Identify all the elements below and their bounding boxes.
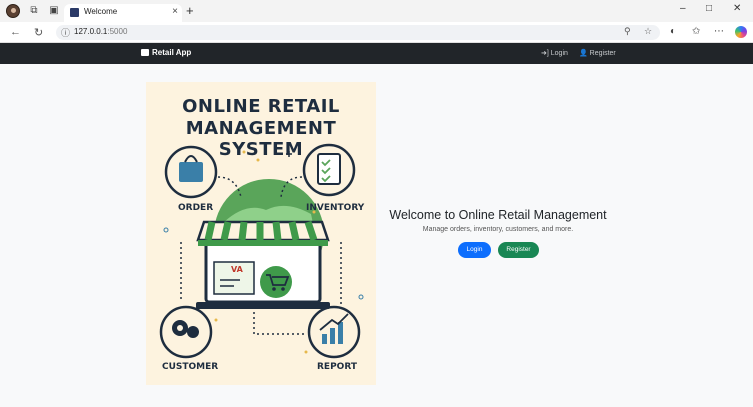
favorites-icon[interactable]: ✩ <box>692 26 700 37</box>
zoom-icon[interactable]: ⚲ <box>624 26 631 37</box>
poster-order-label: ORDER <box>178 203 214 213</box>
tab-strip: ⧉ ▣ Welcome × + – □ ✕ <box>0 0 753 22</box>
page-content: ONLINE RETAIL MANAGEMENT SYSTEM ORDER IN… <box>0 64 753 407</box>
shop-icon <box>141 49 149 56</box>
workspaces-icon[interactable]: ⧉ <box>27 4 41 18</box>
address-bar[interactable]: ⓘ 127.0.0.1:5000 ⚲ ☆ <box>56 25 660 40</box>
tab-close-icon[interactable]: × <box>172 6 178 17</box>
poster-title-line1: ONLINE RETAIL <box>182 96 340 117</box>
user-plus-icon: 👤 <box>579 50 588 57</box>
browser-essentials-icon[interactable]: ◐ <box>670 26 676 37</box>
hero-login-button[interactable]: Login <box>458 242 491 258</box>
tab-title: Welcome <box>84 7 118 16</box>
url-host: 127.0.0.1 <box>74 27 108 36</box>
refresh-icon[interactable]: ↻ <box>34 26 43 39</box>
profile-avatar[interactable] <box>6 4 20 18</box>
app-navbar: Retail App ➜] Login 👤 Register <box>0 43 753 64</box>
favorite-star-icon[interactable]: ☆ <box>644 26 652 37</box>
browser-window: ⧉ ▣ Welcome × + – □ ✕ ← ↻ ⓘ 127.0.0.1:50… <box>0 0 753 407</box>
screen-logo: VA <box>231 265 243 274</box>
cart-badge <box>260 266 292 298</box>
url-port: :5000 <box>107 27 128 36</box>
poster-report-label: REPORT <box>317 362 357 372</box>
minimize-icon[interactable]: – <box>680 3 686 14</box>
more-options-icon[interactable]: ⋯ <box>714 26 724 37</box>
hero-section: Welcome to Online Retail Management Mana… <box>380 208 616 233</box>
tab-actions-icon[interactable]: ▣ <box>47 4 61 18</box>
hero-register-button[interactable]: Register <box>498 242 539 258</box>
login-icon: ➜] <box>541 50 549 57</box>
nav-login-label: Login <box>550 50 568 57</box>
shopping-bag-icon <box>179 162 203 182</box>
new-tab-button[interactable]: + <box>186 3 194 18</box>
hero-subtitle: Manage orders, inventory, customers, and… <box>422 226 574 233</box>
tab-favicon-icon <box>70 8 79 17</box>
tab-welcome[interactable]: Welcome × <box>64 4 182 22</box>
url-text: 127.0.0.1:5000 <box>74 27 127 36</box>
copilot-icon[interactable] <box>735 26 747 38</box>
nav-register-label: Register <box>589 50 616 57</box>
poster-inventory-label: INVENTORY <box>306 203 365 213</box>
bar-chart-icon <box>322 334 327 344</box>
nav-login-link[interactable]: ➜] Login <box>541 49 568 57</box>
close-window-icon[interactable]: ✕ <box>733 3 741 14</box>
navbar-brand[interactable]: Retail App <box>141 48 191 57</box>
brand-text: Retail App <box>152 48 192 57</box>
poster-customer-label: CUSTOMER <box>162 362 219 372</box>
retail-system-poster: ONLINE RETAIL MANAGEMENT SYSTEM ORDER IN… <box>146 82 376 385</box>
nav-register-link[interactable]: 👤 Register <box>579 49 616 57</box>
site-info-icon[interactable]: ⓘ <box>61 26 70 39</box>
address-row: ← ↻ ⓘ 127.0.0.1:5000 ⚲ ☆ ◐ ✩ ⋯ <box>0 22 753 43</box>
back-arrow-icon[interactable]: ← <box>10 26 21 38</box>
hero-heading: Welcome to Online Retail Management <box>389 208 607 222</box>
maximize-icon[interactable]: □ <box>706 3 712 14</box>
poster-title-line2: MANAGEMENT SYSTEM <box>185 118 337 160</box>
